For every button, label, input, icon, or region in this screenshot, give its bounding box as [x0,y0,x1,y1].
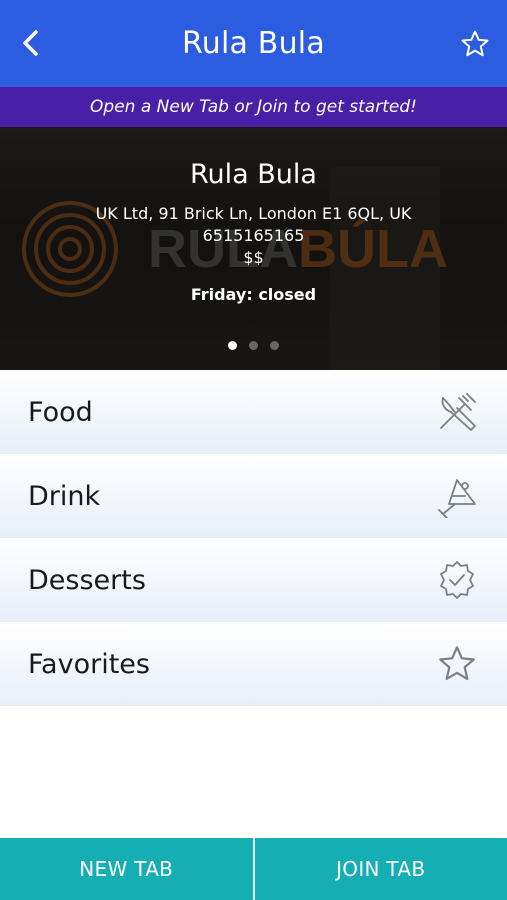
menu-item-label: Food [28,396,93,428]
cocktail-glass-icon [435,474,479,518]
tab-actions-bar: NEW TAB JOIN TAB [0,838,507,900]
star-outline-icon [435,642,479,686]
venue-phone: 6515165165 [202,226,305,245]
venue-price-level: $$ [243,248,264,267]
app-header: Rula Bula [0,0,507,87]
venue-name: Rula Bula [190,159,317,190]
menu-item-label: Drink [28,480,101,512]
badge-check-icon [435,558,479,602]
carousel-dot[interactable] [228,341,237,350]
banner-text: Open a New Tab or Join to get started! [90,97,417,117]
fork-knife-icon [435,390,479,434]
join-tab-button[interactable]: JOIN TAB [255,838,507,900]
carousel-dot[interactable] [249,341,258,350]
menu-item-food[interactable]: Food [0,370,507,454]
page-title: Rula Bula [182,26,325,61]
venue-info: Rula Bula UK Ltd, 91 Brick Ln, London E1… [0,127,507,304]
menu-item-desserts[interactable]: Desserts [0,538,507,622]
carousel-dot[interactable] [270,341,279,350]
get-started-banner: Open a New Tab or Join to get started! [0,87,507,127]
menu-category-list: Food Drink Desserts Favorites [0,370,507,706]
new-tab-button[interactable]: NEW TAB [0,838,253,900]
menu-item-favorites[interactable]: Favorites [0,622,507,706]
menu-item-label: Favorites [28,648,150,680]
chevron-left-icon [23,30,38,56]
favorite-button[interactable] [457,26,493,62]
venue-hours: Friday: closed [190,285,317,304]
menu-item-drink[interactable]: Drink [0,454,507,538]
star-outline-icon [461,30,489,57]
carousel-indicator [0,341,507,350]
back-button[interactable] [14,26,48,60]
venue-hero[interactable]: RULA BÚLA Rula Bula UK Ltd, 91 Brick Ln,… [0,127,507,370]
venue-address: UK Ltd, 91 Brick Ln, London E1 6QL, UK [95,204,412,223]
menu-item-label: Desserts [28,564,146,596]
